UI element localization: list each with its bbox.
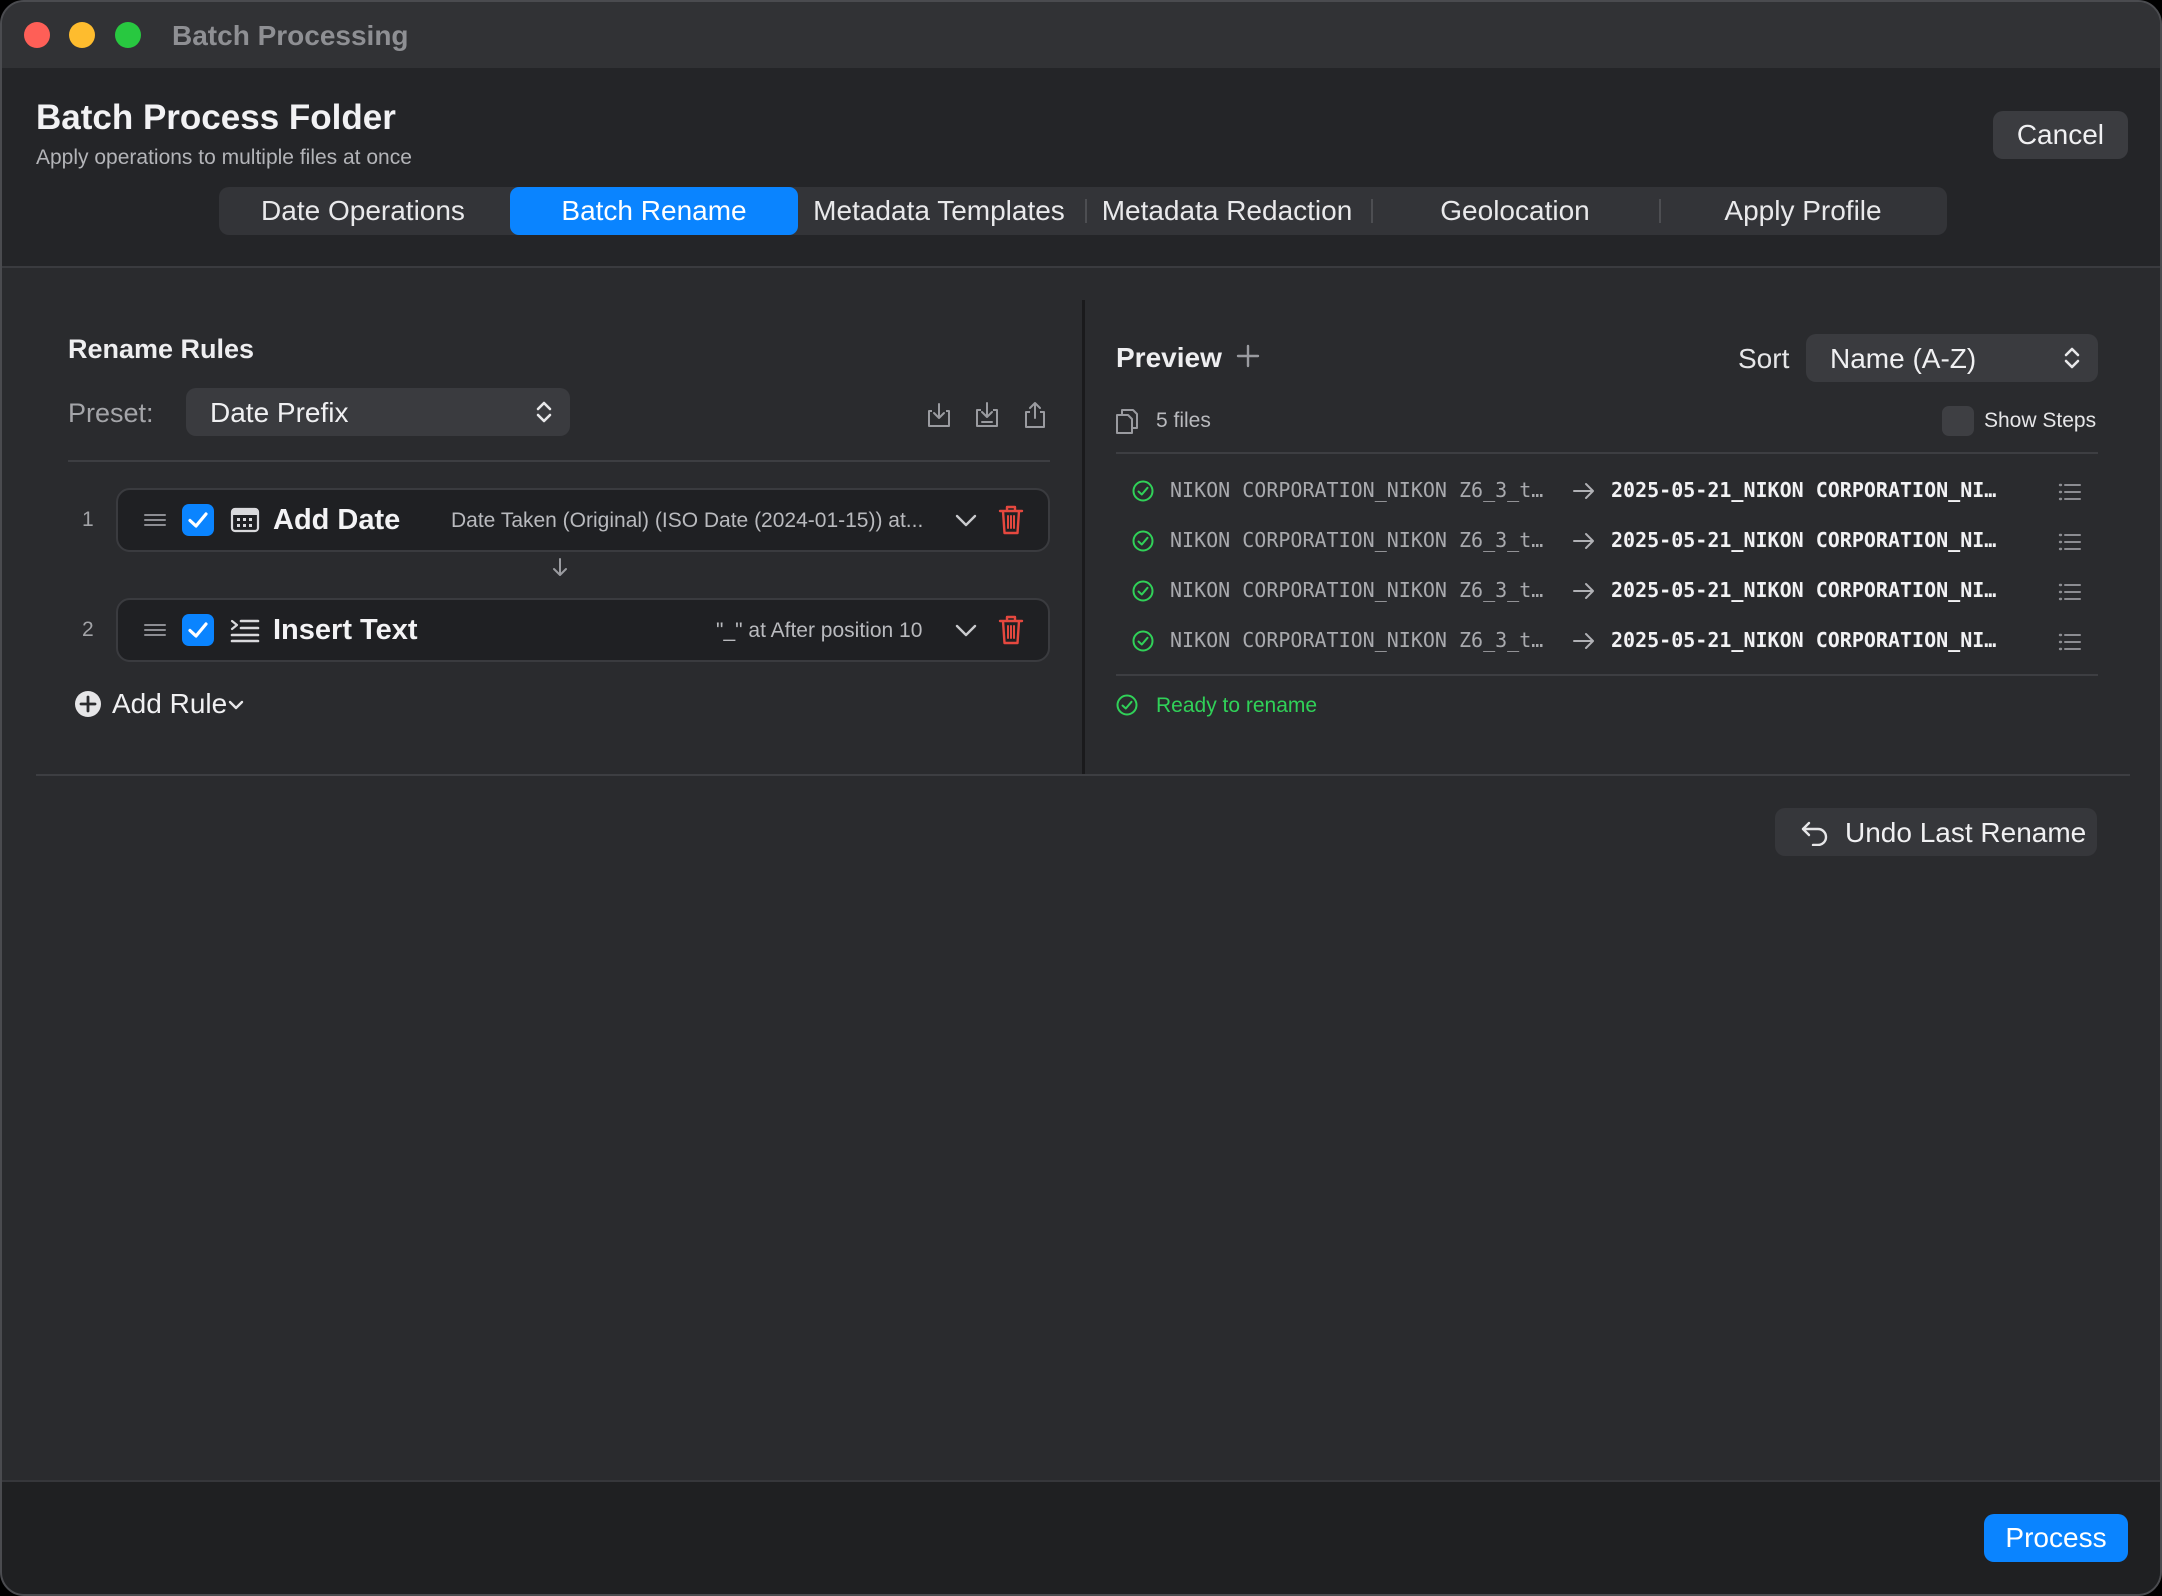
chevron-down-icon <box>228 700 244 710</box>
checkmark-icon <box>188 512 208 528</box>
original-filename: NIKON CORPORATION_NIKON Z6_3_t… <box>1170 478 1544 502</box>
share-preset-icon[interactable] <box>1020 400 1050 430</box>
ready-check-icon <box>1116 694 1138 716</box>
page-title: Batch Process Folder <box>36 98 396 137</box>
rule-index: 2 <box>82 618 94 641</box>
list-steps-icon[interactable] <box>2058 582 2082 602</box>
zoom-window-button[interactable] <box>115 22 141 48</box>
rename-rules-title: Rename Rules <box>68 334 255 364</box>
add-rule-label: Add Rule <box>112 688 228 719</box>
chevron-down-icon[interactable] <box>954 510 978 530</box>
divider <box>1116 452 2098 454</box>
add-preview-file-icon[interactable] <box>1236 344 1260 368</box>
undo-arrow-icon <box>1801 821 1828 846</box>
rule-name: Insert Text <box>273 614 418 646</box>
delete-rule-trash-icon[interactable] <box>998 614 1024 646</box>
success-check-icon <box>1132 580 1154 602</box>
drag-handle-icon[interactable] <box>144 623 166 637</box>
rule-enabled-checkbox[interactable] <box>182 614 214 646</box>
list-steps-icon[interactable] <box>2058 532 2082 552</box>
divider <box>1116 674 2098 676</box>
arrow-right-icon <box>1573 633 1594 649</box>
insert-text-icon <box>230 619 260 643</box>
save-preset-icon[interactable] <box>972 400 1002 430</box>
tab-metadata-templates[interactable]: Metadata Templates <box>795 187 1083 235</box>
show-steps-label: Show Steps <box>1984 409 2097 432</box>
rule-detail: "_" at After position 10 <box>716 619 923 642</box>
close-window-button[interactable] <box>24 22 50 48</box>
sort-label: Sort <box>1738 343 1790 374</box>
tab-date-operations[interactable]: Date Operations <box>219 187 507 235</box>
calendar-icon <box>230 507 260 533</box>
show-steps-checkbox[interactable] <box>1942 406 1974 436</box>
batch-processing-window: Batch Processing Batch Process Folder Ap… <box>0 0 2162 1596</box>
rule-enabled-checkbox[interactable] <box>182 504 214 536</box>
new-filename: 2025-05-21_NIKON CORPORATION_NI… <box>1611 528 1997 552</box>
tab-metadata-redaction[interactable]: Metadata Redaction <box>1083 187 1371 235</box>
sort-select[interactable]: Name (A-Z) <box>1806 334 2098 382</box>
page-subtitle: Apply operations to multiple files at on… <box>36 146 412 169</box>
success-check-icon <box>1132 480 1154 502</box>
cancel-button[interactable]: Cancel <box>1992 111 2128 159</box>
preview-title: Preview <box>1116 342 1222 373</box>
drag-handle-icon[interactable] <box>144 513 166 527</box>
checkmark-icon <box>188 622 208 638</box>
footer: Process <box>2 1480 2160 1594</box>
rule-name: Add Date <box>273 504 401 536</box>
list-steps-icon[interactable] <box>2058 482 2082 502</box>
updown-chevron-icon <box>2064 347 2080 369</box>
new-filename: 2025-05-21_NIKON CORPORATION_NI… <box>1611 628 1997 652</box>
original-filename: NIKON CORPORATION_NIKON Z6_3_t… <box>1170 578 1544 602</box>
preview-file-row[interactable]: NIKON CORPORATION_NIKON Z6_3_t… 2025-05-… <box>1132 522 2092 562</box>
arrow-right-icon <box>1573 483 1594 499</box>
rule-detail: Date Taken (Original) (ISO Date (2024-01… <box>451 509 924 532</box>
tab-apply-profile[interactable]: Apply Profile <box>1659 187 1947 235</box>
rule-index: 1 <box>82 508 94 531</box>
divider <box>68 460 1050 462</box>
arrow-right-icon <box>1573 583 1594 599</box>
status-text: Ready to rename <box>1156 694 1318 717</box>
header: Batch Process Folder Apply operations to… <box>2 68 2160 268</box>
delete-rule-trash-icon[interactable] <box>998 504 1024 536</box>
process-button[interactable]: Process <box>1984 1514 2128 1562</box>
new-filename: 2025-05-21_NIKON CORPORATION_NI… <box>1611 578 1997 602</box>
original-filename: NIKON CORPORATION_NIKON Z6_3_t… <box>1170 628 1544 652</box>
files-icon <box>1116 409 1138 434</box>
new-filename: 2025-05-21_NIKON CORPORATION_NI… <box>1611 478 1997 502</box>
import-preset-icon[interactable] <box>924 400 954 430</box>
rule-row-add-date[interactable]: Add Date Date Taken (Original) (ISO Date… <box>116 488 1050 552</box>
preset-label: Preset: <box>68 398 154 428</box>
tab-bar: Date Operations Batch Rename Metadata Te… <box>219 187 1947 235</box>
updown-chevron-icon <box>536 401 552 423</box>
undo-label: Undo Last Rename <box>1845 817 2087 848</box>
preview-file-row[interactable]: NIKON CORPORATION_NIKON Z6_3_t… 2025-05-… <box>1132 472 2092 512</box>
arrow-down-icon <box>553 558 567 576</box>
preview-file-row[interactable]: NIKON CORPORATION_NIKON Z6_3_t… 2025-05-… <box>1132 572 2092 612</box>
title-bar: Batch Processing <box>2 2 2160 68</box>
preview-file-row[interactable]: NIKON CORPORATION_NIKON Z6_3_t… 2025-05-… <box>1132 622 2092 662</box>
arrow-right-icon <box>1573 533 1594 549</box>
chevron-down-icon[interactable] <box>954 620 978 640</box>
tab-geolocation[interactable]: Geolocation <box>1371 187 1659 235</box>
divider <box>36 774 2130 776</box>
pane-divider[interactable] <box>1082 300 1085 775</box>
success-check-icon <box>1132 630 1154 652</box>
tab-batch-rename[interactable]: Batch Rename <box>510 187 798 235</box>
preset-value: Date Prefix <box>210 397 349 428</box>
sort-value: Name (A-Z) <box>1830 343 1977 374</box>
window-title: Batch Processing <box>172 20 409 51</box>
success-check-icon <box>1132 530 1154 552</box>
original-filename: NIKON CORPORATION_NIKON Z6_3_t… <box>1170 528 1544 552</box>
minimize-window-button[interactable] <box>69 22 95 48</box>
preset-select[interactable]: Date Prefix <box>186 388 570 436</box>
plus-circle-icon <box>75 691 101 717</box>
files-count: 5 files <box>1156 409 1211 432</box>
rule-row-insert-text[interactable]: Insert Text "_" at After position 10 <box>116 598 1050 662</box>
undo-last-rename-button[interactable]: Undo Last Rename <box>1775 808 2097 856</box>
list-steps-icon[interactable] <box>2058 632 2082 652</box>
